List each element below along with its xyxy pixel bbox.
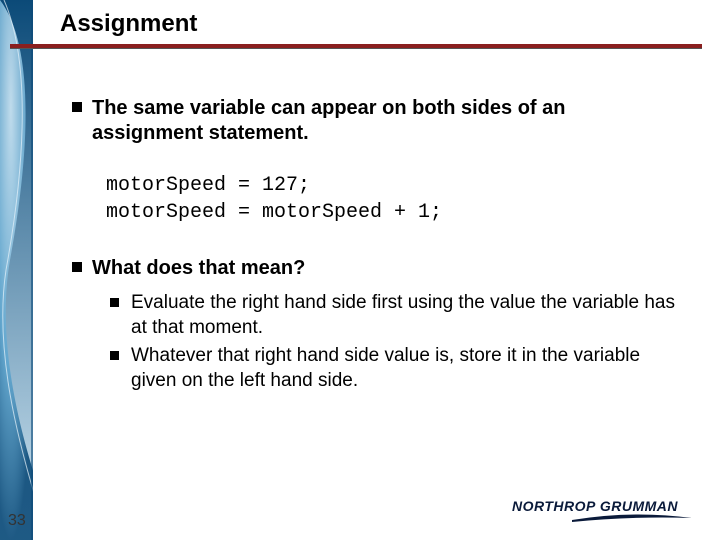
- code-line: motorSpeed = 127;: [106, 174, 310, 197]
- bullet-text: What does that mean?: [92, 256, 305, 281]
- code-line: motorSpeed = motorSpeed + 1;: [106, 201, 442, 224]
- title-rule-thin: [10, 48, 702, 49]
- logo-swoosh-icon: [572, 514, 692, 524]
- sidebar-decoration: [0, 0, 36, 540]
- bullet-level2: Whatever that right hand side value is, …: [110, 344, 680, 393]
- content-area: The same variable can appear on both sid…: [72, 96, 680, 398]
- bullet-level2-list: Evaluate the right hand side first using…: [110, 291, 680, 394]
- slide: { "title": "Assignment", "bullets": { "b…: [0, 0, 720, 540]
- sidebar-svg: [0, 0, 36, 540]
- square-bullet-icon: [72, 102, 82, 112]
- code-block: motorSpeed = 127; motorSpeed = motorSpee…: [106, 172, 680, 226]
- square-bullet-icon: [72, 262, 82, 272]
- logo: NORTHROPGRUMMAN: [512, 498, 692, 524]
- logo-word-2: GRUMMAN: [600, 498, 678, 514]
- bullet-text: Evaluate the right hand side first using…: [131, 291, 680, 340]
- bullet-level1: The same variable can appear on both sid…: [72, 96, 680, 146]
- bullet-text: Whatever that right hand side value is, …: [131, 344, 680, 393]
- bullet-text: The same variable can appear on both sid…: [92, 96, 680, 146]
- square-bullet-icon: [110, 351, 119, 360]
- logo-text: NORTHROPGRUMMAN: [512, 498, 678, 514]
- square-bullet-icon: [110, 298, 119, 307]
- logo-word-1: NORTHROP: [512, 498, 596, 514]
- page-number: 33: [8, 512, 26, 530]
- bullet-level1: What does that mean?: [72, 256, 680, 281]
- slide-title: Assignment: [60, 10, 702, 44]
- title-area: Assignment: [60, 10, 702, 44]
- bullet-level2: Evaluate the right hand side first using…: [110, 291, 680, 340]
